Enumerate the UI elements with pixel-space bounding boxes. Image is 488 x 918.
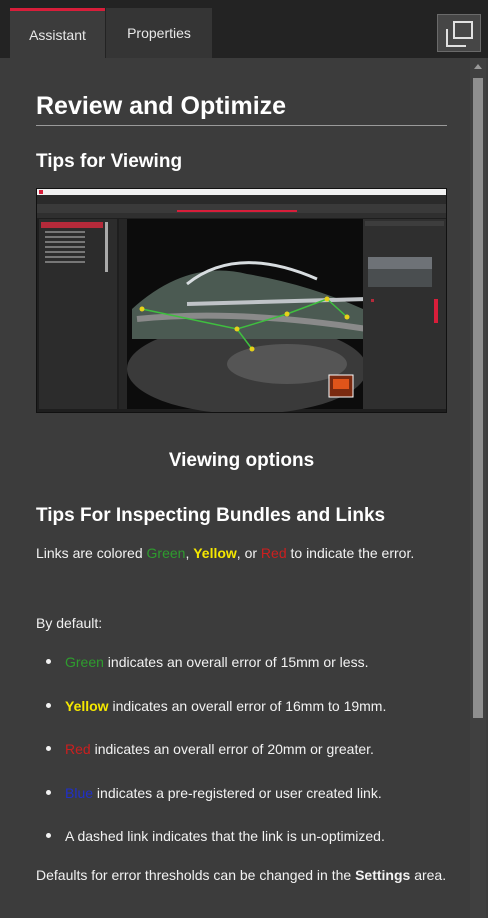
by-default-text: By default: [36,615,103,631]
tab-properties[interactable]: Properties [106,8,212,58]
green-word: Green [146,545,186,561]
bullet-dot [46,832,51,838]
settings-link-text: Settings [355,867,411,883]
bullet-dot [46,658,51,664]
panel-tab-bar: Assistant Properties [0,0,488,58]
defaults-note-paragraph: Defaults for error thresholds can be cha… [36,867,447,883]
links-colored-paragraph: Links are colored Green, Yellow, or Red … [36,545,415,561]
list-item: Red indicates an overall error of 20mm o… [46,741,374,757]
scrollbar-thumb[interactable] [473,78,483,718]
bullet-dot [46,745,51,751]
list-item: Yellow indicates an overall error of 16m… [46,698,386,714]
yellow-word: Yellow [193,545,237,561]
app-screenshot-image [37,189,446,412]
list-item: A dashed link indicates that the link is… [46,828,385,844]
page-title: Review and Optimize [36,92,287,120]
image-caption: Viewing options [168,450,315,471]
section-heading-viewing: Tips for Viewing [36,151,183,172]
scroll-up-icon[interactable] [474,64,482,69]
bullet-dot [46,789,51,795]
tab-assistant[interactable]: Assistant [10,8,105,58]
section-heading-inspecting: Tips For Inspecting Bundles and Links [36,505,386,526]
assistant-content: Review and Optimize Tips for Viewing Vie… [10,58,470,918]
list-item: Blue indicates a pre-registered or user … [46,785,382,801]
red-word: Red [260,545,287,561]
list-item: Green indicates an overall error of 15mm… [46,654,368,670]
vertical-scrollbar[interactable] [470,58,486,918]
viewing-options-screenshot [36,188,447,413]
bullet-dot [46,702,51,708]
maximize-button[interactable] [437,14,481,52]
title-divider [36,125,447,126]
